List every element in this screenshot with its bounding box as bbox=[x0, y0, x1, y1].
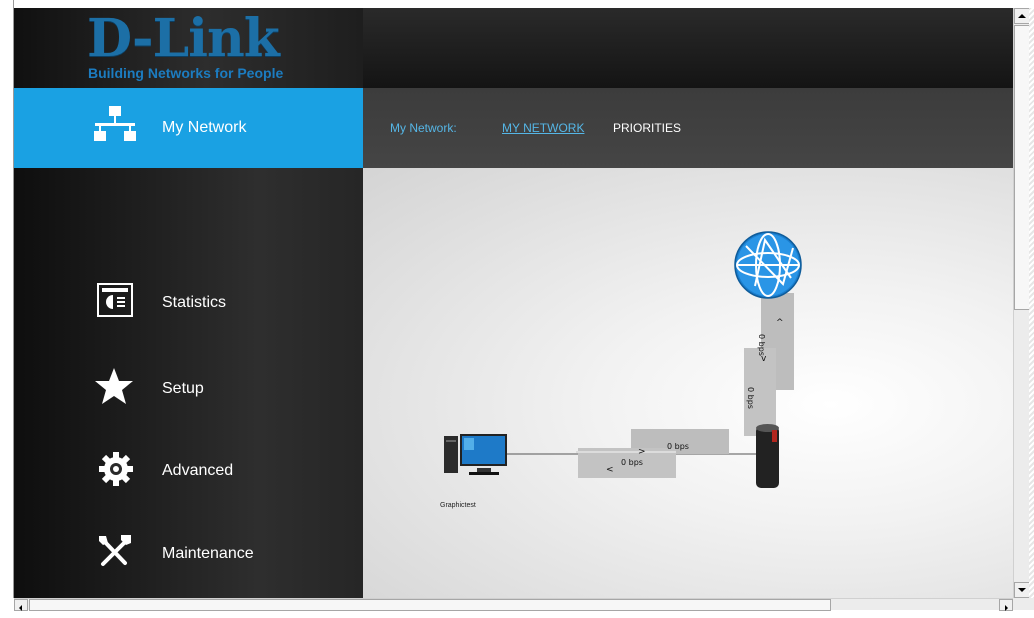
tab-my-network[interactable]: MY NETWORK bbox=[502, 120, 584, 136]
link-direction-icon: ^ bbox=[776, 318, 784, 328]
network-map-canvas bbox=[444, 231, 802, 488]
logo-area: D-Link Building Networks for People bbox=[14, 8, 363, 88]
horizontal-scrollbar[interactable] bbox=[14, 598, 1013, 611]
vertical-scrollbar[interactable] bbox=[1013, 8, 1030, 598]
scrollbar-corner bbox=[1013, 598, 1034, 610]
sidebar-item-my-network[interactable]: My Network bbox=[14, 88, 363, 168]
caret-up-icon bbox=[1018, 14, 1026, 18]
sub-navigation: My Network: MY NETWORK PRIORITIES bbox=[363, 88, 1013, 168]
browser-window: D-Link Building Networks for People My N… bbox=[0, 0, 1034, 611]
window-left-edge bbox=[0, 0, 14, 598]
router-icon bbox=[756, 424, 779, 488]
sidebar-item-label: Advanced bbox=[162, 462, 234, 479]
subnav-prefix: My Network: bbox=[390, 121, 457, 135]
header-bar: D-Link Building Networks for People bbox=[14, 8, 1013, 88]
vertical-scroll-thumb[interactable] bbox=[1014, 25, 1030, 310]
link-speed-label: 0 bps bbox=[757, 334, 766, 356]
link-speed-label: 0 bps bbox=[621, 458, 643, 467]
scroll-left-button[interactable] bbox=[14, 599, 28, 611]
sidebar-item-maintenance[interactable]: Maintenance bbox=[14, 528, 363, 578]
sidebar-item-label: Maintenance bbox=[162, 545, 254, 562]
link-speed-label: 0 bps bbox=[746, 387, 755, 409]
network-map: > < ^ v 0 bps 0 bps 0 bps 0 bps Graphict… bbox=[363, 168, 1013, 598]
link-direction-icon: < bbox=[606, 465, 614, 475]
dlink-logo: D-Link bbox=[87, 8, 280, 69]
sidebar-item-label: Statistics bbox=[162, 294, 227, 311]
logo-tagline: Building Networks for People bbox=[88, 65, 284, 81]
sidebar-item-setup[interactable]: Setup bbox=[14, 363, 363, 413]
horizontal-scroll-thumb[interactable] bbox=[29, 599, 831, 611]
tools-icon bbox=[99, 535, 131, 566]
caret-left-icon bbox=[19, 605, 22, 611]
tab-priorities[interactable]: PRIORITIES bbox=[613, 120, 681, 136]
caret-right-icon bbox=[1005, 605, 1008, 611]
sidebar-item-label: Setup bbox=[162, 380, 204, 397]
scroll-right-button[interactable] bbox=[999, 599, 1013, 611]
network-icon bbox=[94, 106, 136, 141]
gear-icon bbox=[99, 452, 133, 486]
sidebar-item-label: My Network bbox=[162, 119, 247, 136]
star-icon bbox=[95, 368, 133, 404]
statistics-icon bbox=[97, 283, 133, 317]
scroll-down-button[interactable] bbox=[1014, 582, 1030, 598]
client-name-label[interactable]: Graphictest bbox=[440, 501, 476, 510]
window-right-edge bbox=[1029, 8, 1034, 598]
scroll-up-button[interactable] bbox=[1014, 8, 1030, 24]
caret-down-icon bbox=[1018, 588, 1026, 592]
link-direction-icon: > bbox=[638, 447, 646, 457]
sidebar-item-statistics[interactable]: Statistics bbox=[14, 278, 363, 328]
link-speed-label: 0 bps bbox=[667, 442, 689, 451]
computer-icon bbox=[444, 434, 507, 475]
sidebar-item-advanced[interactable]: Advanced bbox=[14, 446, 363, 496]
sidebar: My Network Statistics Setup Advanced Mai… bbox=[14, 88, 363, 598]
internet-globe-icon bbox=[734, 231, 802, 299]
